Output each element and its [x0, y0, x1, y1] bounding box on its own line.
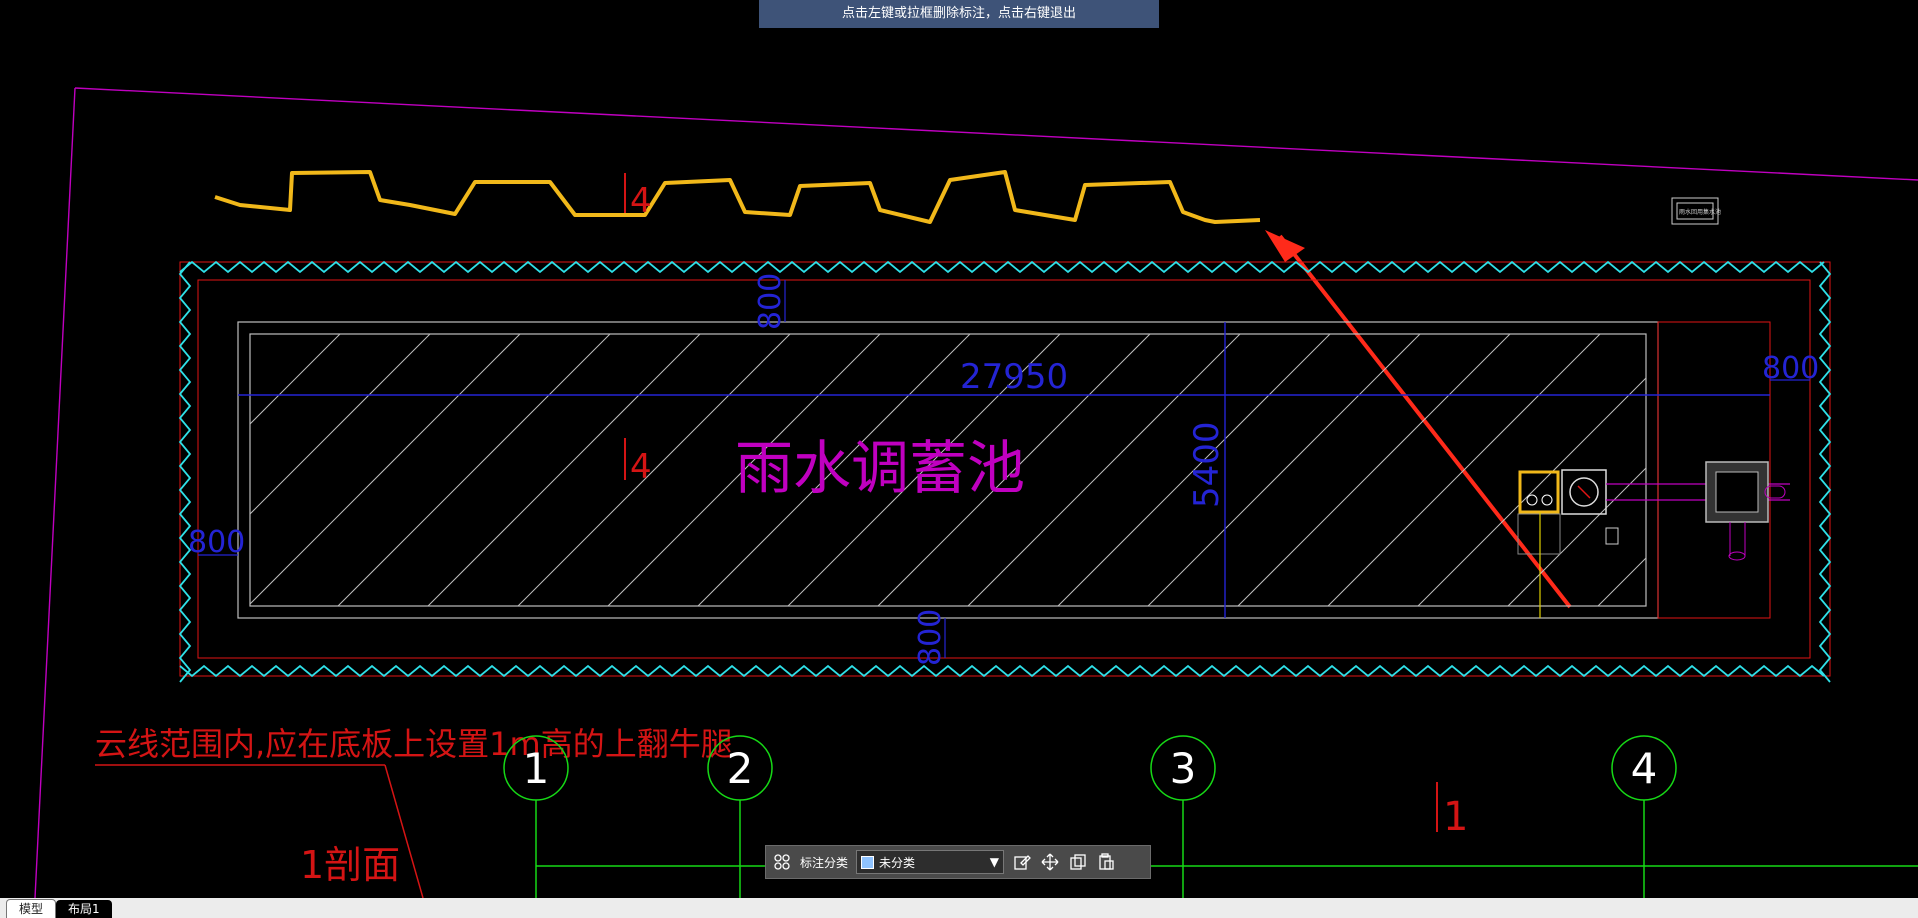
section-label: 1剖面: [300, 843, 400, 887]
hatch-line: [1417, 377, 1647, 607]
cloud-note: 云线范围内,应在底板上设置1m高的上翻牛腿: [95, 725, 733, 763]
grid-icon[interactable]: [772, 852, 792, 872]
tab-layout1[interactable]: 布局1: [56, 900, 112, 918]
dim-left: 800: [188, 525, 245, 560]
hatch-line: [427, 333, 701, 607]
grid-marker-label: 3: [1170, 744, 1197, 793]
dim-width: 5400: [1187, 421, 1227, 508]
small-box-text: 雨水回用集水池: [1679, 208, 1721, 216]
paste-icon[interactable]: [1096, 852, 1116, 872]
zigzag-left: [178, 261, 192, 683]
cut-mark-a: 4: [630, 181, 652, 221]
red-arrow-annotation[interactable]: [1265, 230, 1572, 609]
revision-cloud[interactable]: [214, 170, 1261, 224]
zigzag-bottom: [179, 664, 1825, 678]
grid-marker-label: 1: [523, 744, 550, 793]
category-value: 未分类: [879, 855, 916, 870]
grid-marker-label: 2: [727, 744, 754, 793]
edit-icon[interactable]: [1012, 852, 1032, 872]
hatch-line: [1237, 333, 1511, 607]
zigzag-right: [1818, 261, 1832, 683]
chevron-down-icon: ▼: [989, 855, 1000, 869]
dim-bottom: 800: [913, 609, 948, 666]
cad-drawing-canvas[interactable]: 27950 5400 800 800 800 800 雨水调蓄池 4 4 1 雨…: [0, 0, 1918, 898]
hatch-line: [1327, 333, 1601, 607]
hatch-line: [337, 333, 611, 607]
category-select[interactable]: 未分类 ▼: [856, 850, 1005, 874]
category-swatch: [861, 855, 875, 869]
annotation-toolbar: 标注分类 未分类 ▼: [765, 845, 1151, 879]
dim-length: 27950: [960, 357, 1068, 397]
move-icon[interactable]: [1040, 852, 1060, 872]
zigzag-top: [179, 260, 1825, 274]
section-cut-marks: [624, 173, 1438, 832]
hatch-line: [1507, 467, 1647, 607]
dim-right: 800: [1762, 351, 1819, 386]
cut-mark-c: 1: [1443, 794, 1468, 840]
pool-title: 雨水调蓄池: [735, 434, 1025, 502]
dim-top: 800: [753, 273, 788, 330]
layout-tabs: 模型 布局1: [0, 898, 1918, 918]
category-label: 标注分类: [800, 855, 849, 870]
grid-marker-label: 4: [1631, 744, 1658, 793]
copy-icon[interactable]: [1068, 852, 1088, 872]
tab-model[interactable]: 模型: [6, 899, 57, 918]
hatch-line: [249, 333, 341, 425]
hatch-line: [249, 333, 521, 605]
hatch-line: [249, 333, 431, 515]
cut-mark-b: 4: [630, 447, 652, 487]
prompt-banner: 点击左键或拉框删除标注，点击右键退出: [759, 0, 1159, 28]
hatch-line: [1597, 557, 1647, 607]
